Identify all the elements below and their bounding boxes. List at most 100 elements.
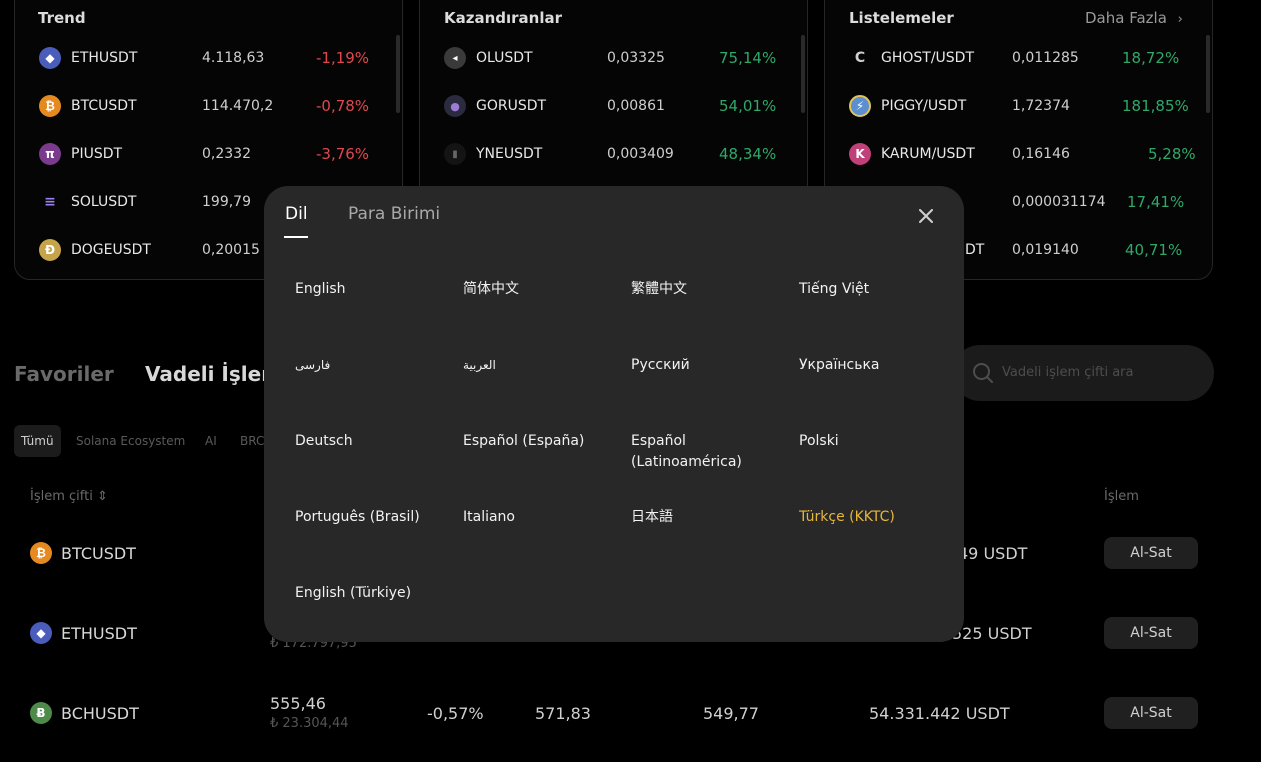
- gainers-symbol: OLUSDT: [476, 50, 533, 66]
- language-option[interactable]: English (Türkiye): [295, 583, 445, 604]
- gainers-row-ol[interactable]: ◂ OLUSDT 0,03325 75,14%: [444, 47, 784, 71]
- filter-solana[interactable]: Solana Ecosystem: [76, 425, 185, 457]
- trend-row-eth[interactable]: ◆ ETHUSDT 4.118,63 -1,19%: [39, 47, 379, 71]
- language-option[interactable]: فارسی: [295, 355, 445, 376]
- listings-change: 181,85%: [1122, 97, 1189, 115]
- language-option[interactable]: 简体中文: [463, 279, 613, 300]
- language-option[interactable]: Русский: [631, 355, 781, 376]
- search-icon: [973, 363, 993, 383]
- gainers-price: 0,003409: [607, 146, 674, 162]
- pi-icon: π: [39, 143, 61, 165]
- listings-symbol: DT: [965, 242, 985, 258]
- filter-all[interactable]: Tümü: [14, 425, 61, 457]
- language-option[interactable]: 繁體中文: [631, 279, 781, 300]
- trend-symbol: ETHUSDT: [71, 50, 138, 66]
- listings-scrollbar[interactable]: [1206, 35, 1210, 113]
- gor-icon: ●: [444, 95, 466, 117]
- gainers-change: 54,01%: [719, 97, 777, 115]
- language-option[interactable]: Polski: [799, 431, 949, 452]
- trend-scrollbar[interactable]: [396, 35, 400, 113]
- row-low: 549,77: [703, 704, 759, 723]
- tab-currency[interactable]: Para Birimi: [348, 204, 440, 224]
- listings-symbol: PIGGY/USDT: [881, 98, 967, 114]
- gainers-change: 48,34%: [719, 145, 777, 163]
- trade-button[interactable]: Al-Sat: [1104, 697, 1198, 729]
- language-option[interactable]: Español (España): [463, 431, 613, 452]
- row-symbol: BCHUSDT: [61, 704, 139, 723]
- bch-icon: Ƀ: [30, 702, 52, 724]
- listings-row-piggy[interactable]: ⚡ PIGGY/USDT 1,72374 181,85%: [849, 95, 1189, 119]
- row-change: -0,57%: [427, 704, 484, 723]
- listings-price: 0,011285: [1012, 50, 1079, 66]
- sol-icon: ≡: [44, 194, 56, 210]
- language-option[interactable]: Deutsch: [295, 431, 445, 452]
- language-option[interactable]: Tiếng Việt: [799, 279, 949, 300]
- tab-language-underline: [284, 236, 308, 238]
- column-header-pair[interactable]: İşlem çifti ⇕: [30, 489, 108, 504]
- ghost-icon: C: [854, 50, 866, 66]
- language-modal: Dil Para Birimi English 简体中文 繁體中文 Tiếng …: [264, 186, 964, 642]
- btc-icon: ₿: [39, 95, 61, 117]
- trend-price: 114.470,2: [202, 98, 274, 114]
- gainers-row-gor[interactable]: ● GORUSDT 0,00861 54,01%: [444, 95, 784, 119]
- language-option[interactable]: Español (Latinoamérica): [631, 431, 751, 473]
- gainers-price: 0,03325: [607, 50, 665, 66]
- filter-brc[interactable]: BRC: [240, 425, 264, 457]
- search-placeholder: Vadeli işlem çifti ara: [1002, 365, 1134, 380]
- trend-symbol: BTCUSDT: [71, 98, 137, 114]
- listings-row-karum[interactable]: K KARUM/USDT 0,16146 5,28%: [849, 143, 1196, 167]
- language-option-selected[interactable]: Türkçe (KKTC): [799, 507, 949, 528]
- trend-symbol: SOLUSDT: [71, 194, 137, 210]
- language-option[interactable]: Українська: [799, 355, 949, 376]
- row-volume: 54.331.442 USDT: [869, 704, 1010, 723]
- listings-change: 40,71%: [1125, 241, 1183, 259]
- listings-change: 18,72%: [1122, 49, 1180, 67]
- trend-change: -0,78%: [316, 97, 370, 115]
- language-option[interactable]: Italiano: [463, 507, 613, 528]
- doge-icon: Ð: [39, 239, 61, 261]
- trend-row-pi[interactable]: π PIUSDT 0,2332 -3,76%: [39, 143, 379, 167]
- gainers-symbol: GORUSDT: [476, 98, 547, 114]
- listings-row-ghost[interactable]: C GHOST/USDT 0,011285 18,72%: [849, 47, 1189, 71]
- trend-symbol: PIUSDT: [71, 146, 123, 162]
- btc-icon: ₿: [30, 542, 52, 564]
- trend-change: -1,19%: [316, 49, 370, 67]
- language-option[interactable]: Português (Brasil): [295, 507, 445, 528]
- gainers-scrollbar[interactable]: [801, 35, 805, 113]
- chevron-right-icon: ›: [1177, 12, 1183, 27]
- tab-favorites[interactable]: Favoriler: [14, 362, 114, 386]
- row-price-try: ₺ 23.304,44: [270, 716, 349, 731]
- trade-button[interactable]: Al-Sat: [1104, 617, 1198, 649]
- trade-button[interactable]: Al-Sat: [1104, 537, 1198, 569]
- language-option[interactable]: العربية: [463, 355, 613, 376]
- row-high: 571,83: [535, 704, 591, 723]
- filter-ai[interactable]: AI: [205, 425, 217, 457]
- row-symbol: ETHUSDT: [61, 624, 137, 643]
- trend-symbol: DOGEUSDT: [71, 242, 151, 258]
- gainers-symbol: YNEUSDT: [476, 146, 543, 162]
- eth-icon: ◆: [30, 622, 52, 644]
- language-option[interactable]: English: [295, 279, 445, 300]
- close-icon: [919, 209, 933, 223]
- listings-change: 5,28%: [1148, 145, 1196, 163]
- karum-icon: K: [849, 143, 871, 165]
- trend-price: 199,79: [202, 194, 251, 210]
- trend-row-btc[interactable]: ₿ BTCUSDT 114.470,2 -0,78%: [39, 95, 379, 119]
- trend-price: 0,20015: [202, 242, 260, 258]
- listings-card-title: Listelemeler: [849, 9, 954, 27]
- language-option[interactable]: 日本語: [631, 507, 781, 528]
- piggy-icon: ⚡: [849, 95, 871, 117]
- listings-more-label: Daha Fazla: [1085, 9, 1167, 27]
- trend-price: 4.118,63: [202, 50, 265, 66]
- listings-more-link[interactable]: Daha Fazla ›: [1085, 9, 1183, 27]
- search-box[interactable]: Vadeli işlem çifti ara: [952, 345, 1214, 401]
- gainers-row-yne[interactable]: ▮ YNEUSDT 0,003409 48,34%: [444, 143, 784, 167]
- close-button[interactable]: [912, 202, 940, 230]
- gainers-price: 0,00861: [607, 98, 665, 114]
- tab-language[interactable]: Dil: [285, 204, 308, 224]
- listings-price: 1,72374: [1012, 98, 1070, 114]
- listings-price: 0,019140: [1012, 242, 1079, 258]
- trend-change: -3,76%: [316, 145, 370, 163]
- listings-price: 0,16146: [1012, 146, 1070, 162]
- row-volume: 49 USDT: [958, 544, 1028, 563]
